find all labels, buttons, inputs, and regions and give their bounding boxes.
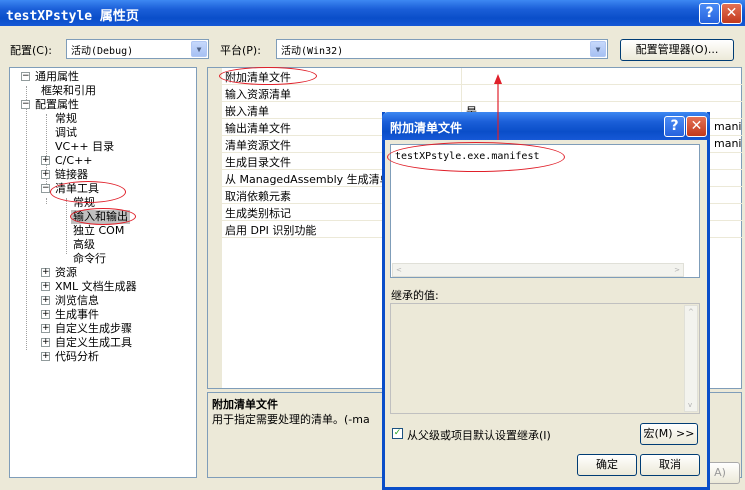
dialog-help-button[interactable]: ? — [664, 116, 685, 137]
close-icon: ✕ — [690, 118, 703, 134]
platform-select[interactable]: 活动(Win32) ▼ — [276, 39, 608, 59]
config-select-value: 活动(Debug) — [71, 46, 134, 57]
chevron-right-icon: > — [674, 266, 680, 274]
vertical-scrollbar[interactable]: ^ v — [684, 305, 698, 412]
help-icon: ? — [705, 5, 714, 21]
expand-icon[interactable]: + — [41, 268, 50, 277]
expand-icon[interactable]: + — [41, 324, 50, 333]
dialog-titlebar: 附加清单文件 — [382, 112, 710, 140]
annotation-ellipse — [50, 181, 126, 203]
platform-select-value: 活动(Win32) — [281, 46, 344, 57]
chevron-down-icon: v — [688, 401, 693, 409]
config-manager-button[interactable]: 配置管理器(O)... — [620, 39, 734, 61]
platform-label: 平台(P): — [220, 44, 261, 57]
horizontal-scrollbar[interactable]: < > — [392, 263, 684, 277]
collapse-icon[interactable]: − — [21, 100, 30, 109]
expand-icon[interactable]: + — [41, 156, 50, 165]
collapse-icon[interactable]: − — [41, 184, 50, 193]
grid-row[interactable]: 输入资源清单 — [222, 85, 742, 102]
inherited-values-box: ^ v — [390, 303, 700, 414]
expand-icon[interactable]: + — [41, 282, 50, 291]
annotation-ellipse — [387, 142, 565, 172]
chevron-up-icon: ^ — [688, 308, 694, 316]
inherit-checkbox[interactable]: ✓ — [392, 428, 403, 439]
tree-item[interactable]: 常规 — [55, 112, 77, 126]
chevron-down-icon: ▼ — [590, 41, 606, 57]
chevron-left-icon: < — [396, 266, 402, 274]
expand-icon[interactable]: + — [41, 310, 50, 319]
annotation-arrow-icon — [494, 74, 502, 140]
dialog-close-button[interactable]: ✕ — [686, 116, 707, 137]
help-icon: ? — [670, 118, 679, 134]
annotation-ellipse — [70, 208, 136, 225]
help-button[interactable]: ? — [699, 3, 720, 24]
dialog-title: 附加清单文件 — [390, 121, 463, 135]
inherit-checkbox-label: 从父级或项目默认设置继承(I) — [407, 429, 551, 442]
chevron-down-icon: ▼ — [191, 41, 207, 57]
config-label: 配置(C): — [10, 44, 52, 57]
window-titlebar: testXPstyle 属性页 — [0, 0, 745, 26]
cancel-button[interactable]: 取消 — [640, 454, 700, 476]
tree-item[interactable]: 高级 — [73, 238, 95, 252]
expand-icon[interactable]: + — [41, 170, 50, 179]
expand-icon[interactable]: + — [41, 296, 50, 305]
inherited-values-label: 继承的值: — [391, 289, 439, 302]
window-title: testXPstyle 属性页 — [6, 9, 139, 24]
collapse-icon[interactable]: − — [21, 72, 30, 81]
macro-button[interactable]: 宏(M) >> — [640, 423, 698, 445]
expand-icon[interactable]: + — [41, 352, 50, 361]
close-button[interactable]: ✕ — [721, 3, 742, 24]
tree-item[interactable]: VC++ 目录 — [55, 140, 114, 154]
annotation-ellipse — [219, 67, 317, 85]
ok-button[interactable]: 确定 — [577, 454, 637, 476]
close-icon: ✕ — [725, 5, 738, 21]
description-text: 用于指定需要处理的清单。(-ma — [212, 413, 370, 426]
tree-item[interactable]: 调试 — [55, 126, 77, 140]
tree-item[interactable]: 命令行 — [73, 252, 106, 266]
description-title: 附加清单文件 — [212, 398, 278, 411]
expand-icon[interactable]: + — [41, 338, 50, 347]
grid-gutter — [208, 68, 222, 388]
config-select[interactable]: 活动(Debug) ▼ — [66, 39, 209, 59]
tree-item[interactable]: 独立 COM — [73, 224, 124, 238]
property-tree[interactable]: − 通用属性 框架和引用 − 配置属性 常规 调试 VC++ 目录 + C/C+… — [9, 67, 197, 478]
